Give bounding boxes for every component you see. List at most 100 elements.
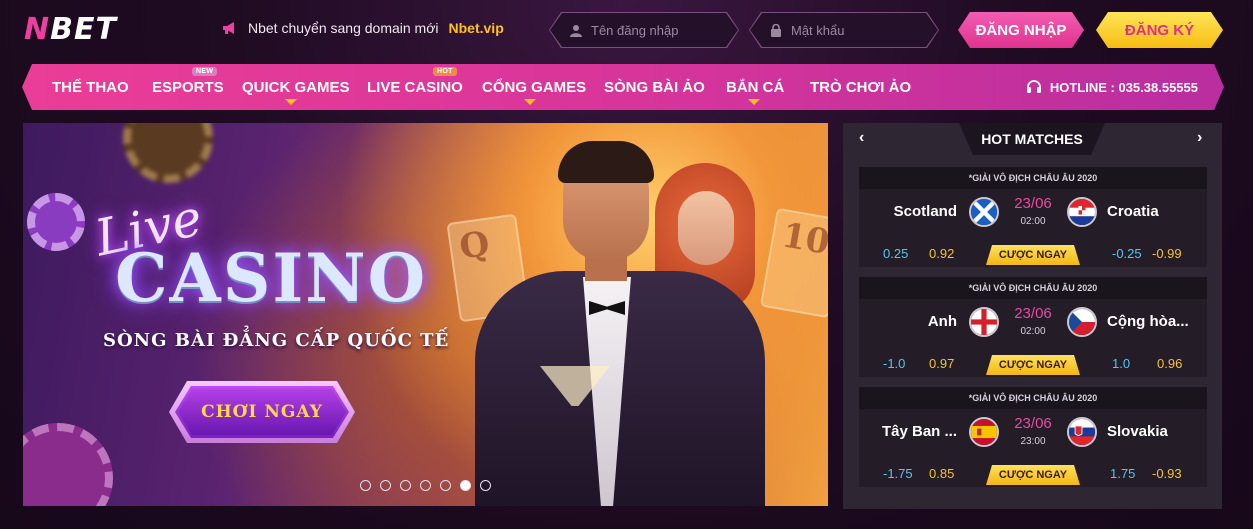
- match-date: 23/06: [1014, 415, 1052, 432]
- hotline-text: HOTLINE : 035.38.55555: [1049, 79, 1198, 95]
- away-handicap[interactable]: -0.25: [1112, 246, 1142, 261]
- match-card: *GIẢI VÔ ĐỊCH CHÂU ÂU 2020 Tây Ban ... 2…: [859, 387, 1207, 487]
- home-team: Anh: [927, 313, 957, 330]
- nav-label: QUICK GAMES: [242, 78, 350, 96]
- nav-item-esports[interactable]: NEW ESPORTS: [152, 64, 224, 110]
- caret-down-icon: [748, 99, 760, 105]
- poker-chip-icon: [27, 193, 85, 251]
- home-handicap[interactable]: -1.0: [883, 356, 905, 371]
- carousel-dot-active[interactable]: [460, 480, 471, 491]
- away-handicap[interactable]: 1.75: [1110, 466, 1135, 481]
- nav-item-cong-games[interactable]: CỔNG GAMES: [482, 64, 586, 110]
- notice-text: Nbet chuyển sang domain mới: [248, 20, 439, 36]
- nav-label: SÒNG BÀI ẢO: [604, 78, 705, 96]
- nav-label: CỔNG GAMES: [482, 78, 587, 96]
- nbet-logo[interactable]: NBET: [24, 12, 117, 47]
- playing-card-ten: 10: [759, 207, 828, 319]
- home-odds[interactable]: 0.85: [929, 466, 954, 481]
- headset-icon: [1026, 79, 1042, 95]
- match-card: *GIẢI VÔ ĐỊCH CHÂU ÂU 2020 Anh 23/06 02:…: [859, 277, 1207, 377]
- live-casino-banner[interactable]: Q 10 Live CASINO SÒNG BÀI ĐẲNG CẤP QUỐC …: [23, 123, 828, 506]
- match-date: 23/06: [1014, 195, 1052, 212]
- play-now-label: CHƠI NGAY: [201, 402, 323, 422]
- home-odds[interactable]: 0.97: [929, 356, 954, 371]
- league-name: *GIẢI VÔ ĐỊCH CHÂU ÂU 2020: [859, 277, 1207, 299]
- home-team: Scotland: [893, 203, 957, 220]
- away-team: Slovakia: [1107, 423, 1168, 440]
- nav-label: BẮN CÁ: [726, 78, 785, 96]
- carousel-dot[interactable]: [380, 480, 391, 491]
- caret-down-icon: [524, 99, 536, 105]
- league-name: *GIẢI VÔ ĐỊCH CHÂU ÂU 2020: [859, 387, 1207, 409]
- carousel-dot[interactable]: [480, 480, 491, 491]
- carousel-dots: [360, 480, 491, 491]
- away-handicap[interactable]: 1.0: [1112, 356, 1130, 371]
- nav-label: TRÒ CHƠI ẢO: [810, 78, 912, 96]
- nav-label: LIVE CASINO: [367, 78, 463, 96]
- hotline[interactable]: HOTLINE : 035.38.55555: [1026, 64, 1198, 110]
- notice-domain-link[interactable]: Nbet.vip: [449, 20, 504, 36]
- bet-now-button[interactable]: CƯỢC NGAY: [986, 355, 1080, 375]
- hot-matches-title: HOT MATCHES: [959, 123, 1105, 155]
- hot-badge: HOT: [433, 67, 457, 76]
- new-badge: NEW: [192, 67, 217, 76]
- slovakia-flag-icon: [1067, 417, 1097, 447]
- password-input[interactable]: [791, 23, 931, 38]
- spain-flag-icon: [969, 417, 999, 447]
- nav-item-song-bai-ao[interactable]: SÒNG BÀI ẢO: [604, 64, 705, 110]
- carousel-dot[interactable]: [360, 480, 371, 491]
- scotland-flag-icon: [969, 197, 999, 227]
- carousel-dot[interactable]: [440, 480, 451, 491]
- nav-item-quick-games[interactable]: QUICK GAMES: [242, 64, 350, 110]
- match-date: 23/06: [1014, 305, 1052, 322]
- home-odds[interactable]: 0.92: [929, 246, 954, 261]
- username-field[interactable]: [550, 13, 738, 47]
- match-time: 02:00: [1020, 326, 1046, 337]
- home-handicap[interactable]: 0.25: [883, 246, 908, 261]
- nav-label: THỂ THAO: [52, 78, 129, 96]
- nav-item-tro-choi-ao[interactable]: TRÒ CHƠI ẢO: [810, 64, 911, 110]
- poker-chip-icon: [23, 423, 113, 506]
- user-icon: [570, 24, 582, 37]
- away-odds[interactable]: -0.99: [1152, 246, 1182, 261]
- logo-text: BET: [50, 12, 117, 47]
- nav-item-live-casino[interactable]: HOT LIVE CASINO: [367, 64, 463, 110]
- match-time: 23:00: [1020, 436, 1046, 447]
- megaphone-icon: [222, 21, 238, 35]
- password-field[interactable]: [750, 13, 938, 47]
- match-card: *GIẢI VÔ ĐỊCH CHÂU ÂU 2020 Scotland 23/0…: [859, 167, 1207, 267]
- hostess-face: [678, 191, 734, 265]
- lock-icon: [770, 24, 782, 37]
- england-flag-icon: [969, 307, 999, 337]
- nav-label: ESPORTS: [152, 78, 224, 96]
- top-header: NBET Nbet chuyển sang domain mới Nbet.vi…: [0, 0, 1253, 62]
- match-time: 02:00: [1020, 216, 1046, 227]
- bet-now-button[interactable]: CƯỢC NGAY: [986, 465, 1080, 485]
- nav-item-the-thao[interactable]: THỂ THAO: [52, 64, 129, 110]
- away-team: Croatia: [1107, 203, 1159, 220]
- register-button[interactable]: ĐĂNG KÝ: [1096, 12, 1223, 48]
- domain-notice: Nbet chuyển sang domain mới Nbet.vip: [222, 20, 504, 36]
- hot-matches-panel: ‹ HOT MATCHES › *GIẢI VÔ ĐỊCH CHÂU ÂU 20…: [843, 123, 1222, 509]
- czech-flag-icon: [1067, 307, 1097, 337]
- carousel-dot[interactable]: [420, 480, 431, 491]
- play-now-button[interactable]: CHƠI NGAY: [175, 386, 349, 438]
- chevron-left-icon[interactable]: ‹: [859, 129, 864, 147]
- carousel-dot[interactable]: [400, 480, 411, 491]
- nav-item-ban-ca[interactable]: BẮN CÁ: [726, 64, 784, 110]
- banner-casino-title: CASINO: [115, 239, 428, 317]
- dealer-hair: [558, 141, 654, 183]
- chevron-right-icon[interactable]: ›: [1197, 129, 1202, 147]
- main-nav: THỂ THAO NEW ESPORTS QUICK GAMES HOT LIV…: [22, 64, 1224, 110]
- banner-tagline: SÒNG BÀI ĐẲNG CẤP QUỐC TẾ: [103, 330, 450, 351]
- away-odds[interactable]: 0.96: [1157, 356, 1182, 371]
- away-odds[interactable]: -0.93: [1152, 466, 1182, 481]
- league-name: *GIẢI VÔ ĐỊCH CHÂU ÂU 2020: [859, 167, 1207, 189]
- home-team: Tây Ban ...: [881, 423, 957, 440]
- caret-down-icon: [285, 99, 297, 105]
- login-button[interactable]: ĐĂNG NHẬP: [958, 12, 1084, 48]
- username-input[interactable]: [591, 23, 731, 38]
- away-team: Cộng hòa...: [1107, 313, 1189, 330]
- bet-now-button[interactable]: CƯỢC NGAY: [986, 245, 1080, 265]
- home-handicap[interactable]: -1.75: [883, 466, 913, 481]
